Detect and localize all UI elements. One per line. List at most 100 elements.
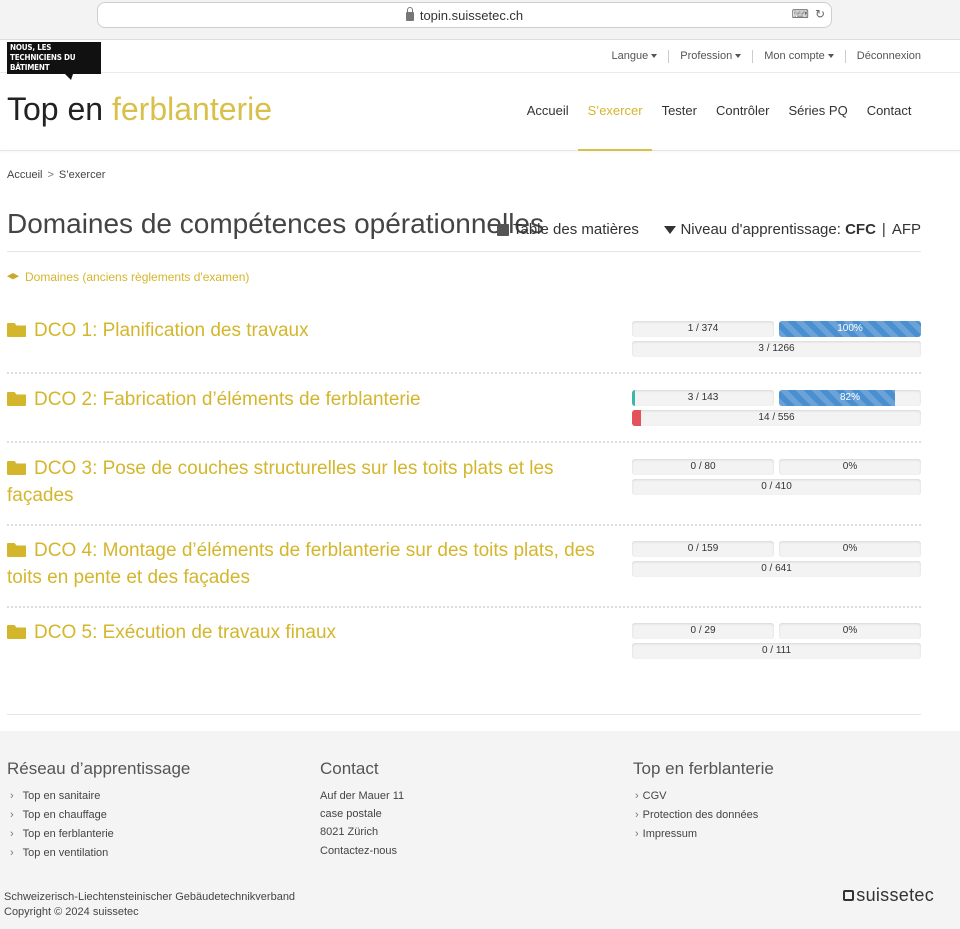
dco-title[interactable]: DCO 5: Exécution de travaux finaux (7, 619, 617, 646)
toc-link[interactable]: Table des matières (497, 221, 639, 238)
chevron-right-icon: › (10, 809, 14, 821)
nav-contact[interactable]: Contact (857, 73, 921, 151)
footer-site: Top en ferblanterie › CGV › Protection des… (633, 759, 774, 844)
site-title[interactable]: Top en ferblanterie (7, 91, 272, 128)
brand-logo[interactable]: suissetec (843, 885, 934, 906)
profession-menu[interactable]: Profession (669, 50, 754, 63)
contact-us-link[interactable]: Contactez-nous (320, 845, 404, 857)
caret-down-icon (827, 54, 834, 59)
translate-icon[interactable]: ⌨ (792, 7, 809, 21)
lock-icon (405, 6, 414, 21)
total-bar: 0 / 410 (632, 479, 921, 495)
breadcrumb-home[interactable]: Accueil (7, 169, 42, 181)
level-afp[interactable]: AFP (892, 221, 921, 238)
nav-check[interactable]: Contrôler (706, 73, 778, 151)
progress-bar: 0% (779, 459, 921, 475)
total-bar: 0 / 111 (632, 643, 921, 659)
nav-home[interactable]: Accueil (517, 73, 578, 151)
total-bar: 14 / 556 (632, 410, 921, 426)
chevron-right-icon: › (10, 790, 14, 802)
page-title: Domaines de compétences opérationnelles (7, 208, 544, 239)
total-label: 0 / 111 (761, 645, 792, 656)
footer-link[interactable]: › Top en ferblanterie (7, 825, 190, 844)
footer-legal: Schweizerisch-Liechtensteinischer Gebäud… (4, 890, 295, 920)
folder-open-icon (7, 543, 26, 557)
progress-bar: 0% (779, 623, 921, 639)
chevron-right-icon: › (635, 809, 639, 821)
questions-bar: 0 / 159 (632, 541, 774, 557)
footer-link[interactable]: › Top en chauffage (7, 806, 190, 825)
questions-bar: 0 / 29 (632, 623, 774, 639)
dco-title-text: DCO 1: Planification des travaux (34, 320, 309, 341)
main-header: Top en ferblanterie Accueil S’exercer Te… (0, 73, 960, 151)
footer-link[interactable]: › Top en ventilation (7, 844, 190, 863)
total-bar: 3 / 1266 (632, 341, 921, 357)
progress-bar: 100% (779, 321, 921, 337)
top-strip: NOUS, LES TECHNICIENS DU BÂTIMENT Langue… (0, 40, 960, 80)
dco-title[interactable]: DCO 4: Montage d’éléments de ferblanteri… (7, 537, 617, 591)
graduation-cap-icon (7, 273, 19, 280)
browser-toolbar: topin.suissetec.ch ⌨ ↻ (0, 0, 960, 40)
footer-link[interactable]: › Protection des données (633, 806, 774, 825)
footer-link-label: Top en ventilation (22, 847, 109, 859)
reload-icon[interactable]: ↻ (815, 7, 825, 21)
filter-icon (664, 225, 677, 234)
progress-fill (632, 410, 641, 426)
progress-bar: 0% (779, 541, 921, 557)
address-bar[interactable]: topin.suissetec.ch ⌨ ↻ (97, 2, 832, 28)
level-separator: | (881, 221, 886, 238)
footer-link[interactable]: › Top en sanitaire (7, 787, 190, 806)
footer-contact: Contact Auf der Mauer 11 case postale 80… (320, 759, 404, 857)
language-label: Langue (611, 50, 649, 62)
account-menu[interactable]: Mon compte (753, 50, 846, 63)
dco-row: DCO 3: Pose de couches structurelles sur… (7, 455, 921, 526)
questions-label: 0 / 80 (690, 461, 716, 472)
logo[interactable]: NOUS, LES TECHNICIENS DU BÂTIMENT (7, 42, 101, 80)
questions-bar: 1 / 374 (632, 321, 774, 337)
footer: Réseau d’apprentissage › Top en sanitaire… (0, 731, 960, 929)
total-label: 3 / 1266 (758, 343, 795, 354)
footer-link-label: CGV (642, 790, 667, 802)
chevron-right-icon: › (10, 847, 14, 859)
folder-open-icon (7, 392, 26, 406)
level-filter: Niveau d'apprentissage: CFC | AFP (664, 221, 921, 238)
progress-fill (779, 390, 896, 406)
level-cfc[interactable]: CFC (845, 221, 876, 238)
questions-bar: 3 / 143 (632, 390, 774, 406)
account-links: Langue Profession Mon compte Déconnexion (601, 50, 921, 63)
footer-link[interactable]: › CGV (633, 787, 774, 806)
book-icon (497, 223, 509, 236)
total-label: 14 / 556 (758, 412, 795, 423)
footer-link-label: Top en ferblanterie (22, 828, 114, 840)
footer-link-label: Top en chauffage (22, 809, 107, 821)
footer-site-title: Top en ferblanterie (633, 759, 774, 778)
breadcrumb-current: S’exercer (58, 169, 106, 181)
address-line: 8021 Zürich (320, 826, 379, 838)
dco-title[interactable]: DCO 2: Fabrication d’éléments de ferblan… (7, 386, 617, 413)
profession-label: Profession (680, 50, 733, 62)
language-menu[interactable]: Langue (601, 50, 670, 63)
breadcrumb: Accueil > S’exercer (7, 169, 105, 181)
dco-title-text: DCO 4: Montage d’éléments de ferblanteri… (7, 540, 595, 588)
footer-link[interactable]: › Impressum (633, 825, 774, 844)
footer-network: Réseau d’apprentissage › Top en sanitaire… (7, 759, 190, 863)
folder-open-icon (7, 323, 26, 337)
org-name: Schweizerisch-Liechtensteinischer Gebäud… (4, 891, 296, 903)
total-label: 0 / 641 (761, 563, 792, 574)
toc-label: Table des matières (513, 221, 639, 238)
nav-pq-series[interactable]: Séries PQ (779, 73, 857, 151)
dco-title[interactable]: DCO 1: Planification des travaux (7, 317, 617, 344)
old-domains-link[interactable]: Domaines (anciens règlements d'examen) (7, 270, 249, 284)
folder-open-icon (7, 625, 26, 639)
caret-down-icon (735, 54, 742, 59)
dco-row: DCO 1: Planification des travaux 1 / 374… (7, 317, 921, 374)
nav-practice[interactable]: S’exercer (578, 73, 653, 151)
page-header: Domaines de compétences opérationnelles … (7, 208, 921, 252)
logout-link[interactable]: Déconnexion (846, 50, 921, 63)
progress-label: 0% (842, 543, 858, 554)
questions-bar: 0 / 80 (632, 459, 774, 475)
dco-title[interactable]: DCO 3: Pose de couches structurelles sur… (7, 455, 617, 509)
progress-label: 82% (839, 392, 860, 403)
nav-test[interactable]: Tester (652, 73, 706, 151)
dco-row: DCO 4: Montage d’éléments de ferblanteri… (7, 537, 921, 608)
